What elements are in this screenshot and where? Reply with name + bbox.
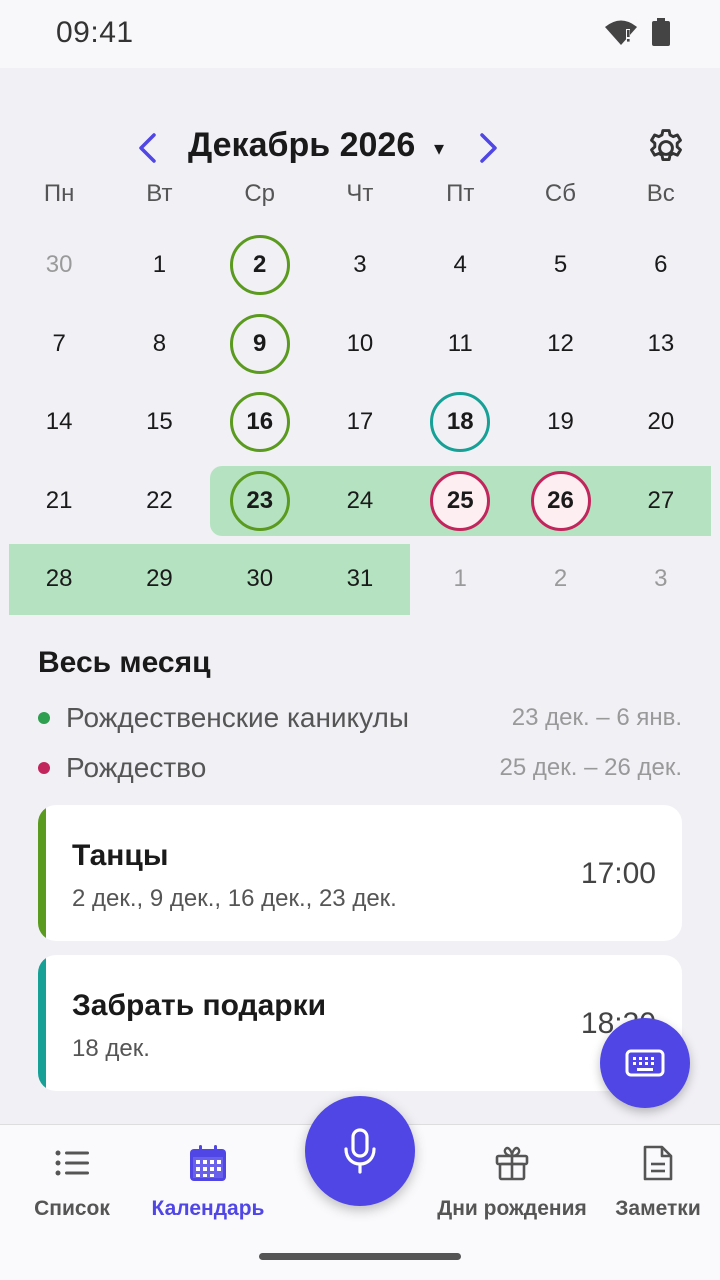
note-icon [642, 1143, 674, 1183]
weekday-label: Вс [646, 180, 675, 207]
event-card[interactable]: Танцы 2 дек., 9 дек., 16 дек., 23 дек. 1… [38, 805, 682, 941]
status-bar: 09:41 [0, 0, 720, 68]
nav-label: Календарь [151, 1197, 265, 1220]
day-cell[interactable]: 2 [210, 226, 310, 305]
gear-icon [650, 129, 682, 162]
range-dates: 23 дек. – 6 янв. [511, 704, 682, 731]
gift-icon [494, 1143, 530, 1183]
day-cell[interactable]: 5 [510, 226, 610, 305]
wifi-alert-icon [604, 18, 638, 51]
day-cell[interactable]: 6 [611, 226, 711, 305]
day-cell[interactable]: 29 [109, 540, 209, 619]
day-cell[interactable]: 30 [9, 226, 109, 305]
day-cell[interactable]: 17 [310, 383, 410, 462]
event-marker: 18 [430, 392, 491, 453]
section-title: Весь месяц [38, 646, 211, 679]
weekday-label: Ср [244, 180, 275, 207]
range-item[interactable]: Рождественские каникулы 23 дек. – 6 янв. [38, 698, 682, 738]
weekday-label: Пт [446, 180, 475, 207]
day-cell[interactable]: 31 [310, 540, 410, 619]
day-cell[interactable]: 13 [611, 305, 711, 384]
weekday-label: Пн [43, 180, 75, 207]
day-cell[interactable]: 9 [210, 305, 310, 384]
keyboard-icon [625, 1049, 665, 1077]
day-cell[interactable]: 11 [410, 305, 510, 384]
day-cell[interactable]: 21 [9, 462, 109, 541]
nav-label: Дни рождения [437, 1197, 587, 1220]
day-cell[interactable]: 25 [410, 462, 510, 541]
event-title: Забрать подарки [72, 989, 327, 1022]
event-dates: 18 дек. [72, 1035, 150, 1062]
nav-item-birthdays[interactable]: Дни рождения [432, 1143, 592, 1221]
day-cell[interactable]: 4 [410, 226, 510, 305]
day-cell[interactable]: 18 [410, 383, 510, 462]
event-dates: 2 дек., 9 дек., 16 дек., 23 дек. [72, 885, 397, 912]
range-color-dot [38, 762, 50, 774]
nav-item-notes[interactable]: Заметки [578, 1143, 720, 1221]
chevron-left-icon [139, 133, 156, 163]
prev-month-button[interactable] [130, 128, 164, 168]
holiday-marker: 25 [430, 470, 491, 531]
event-marker: 23 [229, 470, 290, 531]
nav-label: Заметки [615, 1197, 701, 1220]
day-cell[interactable]: 19 [510, 383, 610, 462]
day-cell[interactable]: 7 [9, 305, 109, 384]
range-dates: 25 дек. – 26 дек. [499, 754, 682, 781]
settings-button[interactable] [642, 124, 690, 172]
day-cell[interactable]: 2 [510, 540, 610, 619]
day-cell[interactable]: 16 [210, 383, 310, 462]
range-name: Рождество [66, 752, 207, 783]
day-cell[interactable]: 3 [310, 226, 410, 305]
day-cell[interactable]: 3 [611, 540, 711, 619]
event-time: 17:00 [580, 857, 656, 890]
event-color-bar [38, 805, 46, 941]
chevron-right-icon [480, 133, 497, 163]
day-cell[interactable]: 20 [611, 383, 711, 462]
event-color-bar [38, 955, 46, 1091]
day-cell[interactable]: 23 [210, 462, 310, 541]
day-cell[interactable]: 28 [9, 540, 109, 619]
month-title[interactable]: Декабрь 2026 [188, 126, 415, 165]
event-marker: 2 [229, 235, 290, 296]
weekday-label: Чт [346, 180, 374, 207]
day-cell[interactable]: 10 [310, 305, 410, 384]
day-cell[interactable]: 22 [109, 462, 209, 541]
range-color-dot [38, 712, 50, 724]
range-item[interactable]: Рождество 25 дек. – 26 дек. [38, 748, 682, 788]
event-marker: 9 [229, 313, 290, 374]
event-card[interactable]: Забрать подарки 18 дек. 18:30 [38, 955, 682, 1091]
day-cell[interactable]: 1 [109, 226, 209, 305]
day-cell[interactable]: 1 [410, 540, 510, 619]
month-dropdown-icon[interactable]: ▾ [434, 136, 444, 161]
microphone-icon [344, 1128, 376, 1174]
day-cell[interactable]: 14 [9, 383, 109, 462]
calendar-header: Декабрь 2026 ▾ [0, 118, 720, 178]
day-cell[interactable]: 27 [611, 462, 711, 541]
day-cell[interactable]: 8 [109, 305, 209, 384]
day-cell[interactable]: 26 [510, 462, 610, 541]
holiday-marker: 26 [530, 470, 591, 531]
event-title: Танцы [72, 839, 169, 872]
range-name: Рождественские каникулы [66, 702, 409, 733]
weekday-label: Сб [544, 180, 576, 207]
weekday-label: Вт [146, 180, 173, 207]
status-icons [604, 18, 670, 51]
status-time: 09:41 [56, 16, 134, 49]
event-marker: 16 [229, 392, 290, 453]
battery-icon [652, 18, 670, 51]
day-cell[interactable]: 24 [310, 462, 410, 541]
day-cell[interactable]: 30 [210, 540, 310, 619]
home-indicator[interactable] [259, 1253, 461, 1260]
next-month-button[interactable] [472, 128, 506, 168]
day-cell[interactable]: 15 [109, 383, 209, 462]
calendar-icon [189, 1143, 227, 1183]
list-icon [54, 1143, 90, 1183]
weekday-header: Пн Вт Ср Чт Пт Сб Вс [9, 180, 711, 216]
keyboard-input-button[interactable] [600, 1018, 690, 1108]
nav-label: Список [34, 1197, 110, 1220]
day-cell[interactable]: 12 [510, 305, 610, 384]
nav-item-calendar[interactable]: Календарь [128, 1143, 288, 1221]
voice-input-button[interactable] [305, 1096, 415, 1206]
